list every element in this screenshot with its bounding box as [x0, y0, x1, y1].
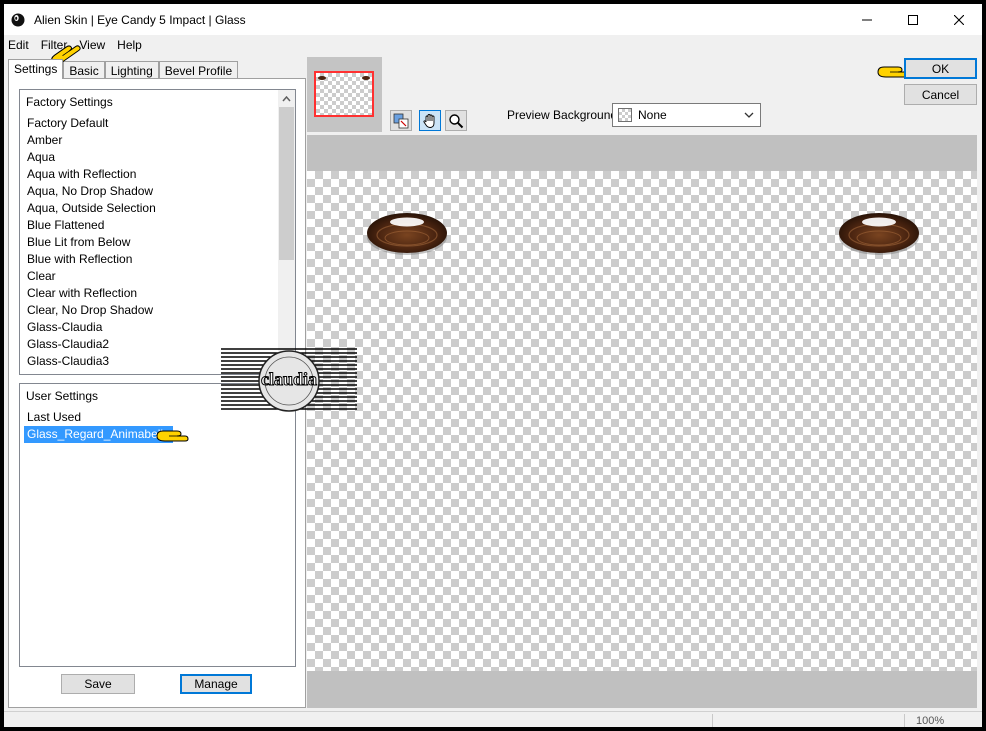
navigator-viewport[interactable]	[314, 71, 374, 117]
list-item[interactable]: Blue Flattened	[26, 217, 157, 234]
hand-tool-icon	[423, 113, 435, 128]
tab-basic[interactable]: Basic	[63, 61, 105, 79]
minimize-button[interactable]	[844, 4, 890, 35]
zoom-level: 100%	[916, 715, 945, 727]
zoom-icon	[449, 113, 464, 128]
list-item[interactable]: Glass-Claudia2	[26, 336, 157, 353]
list-item[interactable]: Aqua, Outside Selection	[26, 200, 157, 217]
pointer-hand-icon	[156, 430, 189, 442]
menu-help[interactable]: Help	[113, 38, 146, 52]
status-bar: 100%	[4, 711, 982, 727]
list-item[interactable]: Factory Default	[26, 115, 157, 132]
list-item[interactable]: Clear, No Drop Shadow	[26, 302, 157, 319]
minimize-icon	[862, 19, 872, 20]
ok-button[interactable]: OK	[904, 58, 977, 79]
cancel-button[interactable]: Cancel	[904, 84, 977, 105]
list-item[interactable]: Clear with Reflection	[26, 285, 157, 302]
save-button[interactable]: Save	[61, 674, 135, 694]
compare-icon	[393, 113, 409, 128]
tab-settings[interactable]: Settings	[8, 59, 64, 79]
hand-tool-button[interactable]	[419, 110, 441, 131]
preview-background-select[interactable]: None	[612, 103, 761, 127]
list-item[interactable]: Glass-Claudia	[26, 319, 157, 336]
scroll-up-button[interactable]	[278, 90, 295, 107]
close-icon	[954, 14, 964, 25]
zoom-tool-button[interactable]	[445, 110, 467, 131]
preview-background-value: None	[638, 108, 667, 122]
maximize-button[interactable]	[890, 4, 936, 35]
thumbnail-beads	[318, 76, 370, 80]
status-separator	[712, 714, 713, 727]
menu-bar: Edit Filter View Help	[4, 35, 982, 55]
tab-bevel-profile[interactable]: Bevel Profile	[158, 61, 239, 79]
list-item[interactable]: Blue with Reflection	[26, 251, 157, 268]
preview-compare-button[interactable]	[390, 110, 412, 131]
preview-canvas[interactable]	[307, 171, 977, 671]
manage-button[interactable]: Manage	[180, 674, 252, 694]
list-item[interactable]: Clear	[26, 268, 157, 285]
list-item-selected[interactable]: Glass_Regard_Animabelle	[24, 426, 173, 443]
factory-settings-list[interactable]: Factory Settings Factory Default Amber A…	[19, 89, 296, 375]
preview-background-label: Preview Background:	[507, 108, 621, 122]
glass-bead-left	[367, 213, 447, 255]
user-settings-header: User Settings	[26, 389, 99, 403]
window-title: Alien Skin | Eye Candy 5 Impact | Glass	[34, 12, 246, 27]
eye-candy-window: Alien Skin | Eye Candy 5 Impact | Glass …	[4, 4, 982, 727]
list-item[interactable]: Blue Lit from Below	[26, 234, 157, 251]
settings-tabs: Settings Basic Lighting Bevel Profile	[8, 59, 239, 79]
factory-settings-header: Factory Settings	[26, 95, 113, 109]
list-item[interactable]: Amber	[26, 132, 157, 149]
title-bar: Alien Skin | Eye Candy 5 Impact | Glass	[4, 4, 982, 35]
factory-settings-items: Factory Default Amber Aqua Aqua with Ref…	[26, 115, 157, 370]
navigator-thumbnail[interactable]	[307, 57, 382, 132]
scroll-thumb[interactable]	[279, 107, 294, 260]
list-item[interactable]: Aqua with Reflection	[26, 166, 157, 183]
list-item[interactable]: Aqua	[26, 149, 157, 166]
alien-skin-app-icon	[11, 13, 25, 26]
close-button[interactable]	[936, 4, 982, 35]
glass-bead-right	[839, 213, 919, 255]
preview-bottom-band	[307, 671, 977, 708]
claudia-watermark-logo: claudia	[221, 348, 357, 412]
list-item[interactable]: Aqua, No Drop Shadow	[26, 183, 157, 200]
tab-lighting[interactable]: Lighting	[104, 61, 159, 79]
chevron-up-icon	[282, 95, 291, 101]
user-settings-items: Last Used Glass_Regard_Animabelle	[24, 409, 173, 443]
preview-top-band	[307, 135, 977, 171]
svg-text:claudia: claudia	[261, 369, 317, 389]
list-item[interactable]: Last Used	[26, 409, 173, 426]
menu-edit[interactable]: Edit	[4, 38, 33, 52]
list-item[interactable]: Glass-Claudia3	[26, 353, 157, 370]
chevron-down-icon	[744, 112, 754, 118]
factory-list-scrollbar[interactable]	[278, 90, 295, 374]
transparent-swatch-icon	[618, 108, 632, 122]
status-separator	[904, 714, 905, 727]
maximize-icon	[908, 14, 918, 25]
